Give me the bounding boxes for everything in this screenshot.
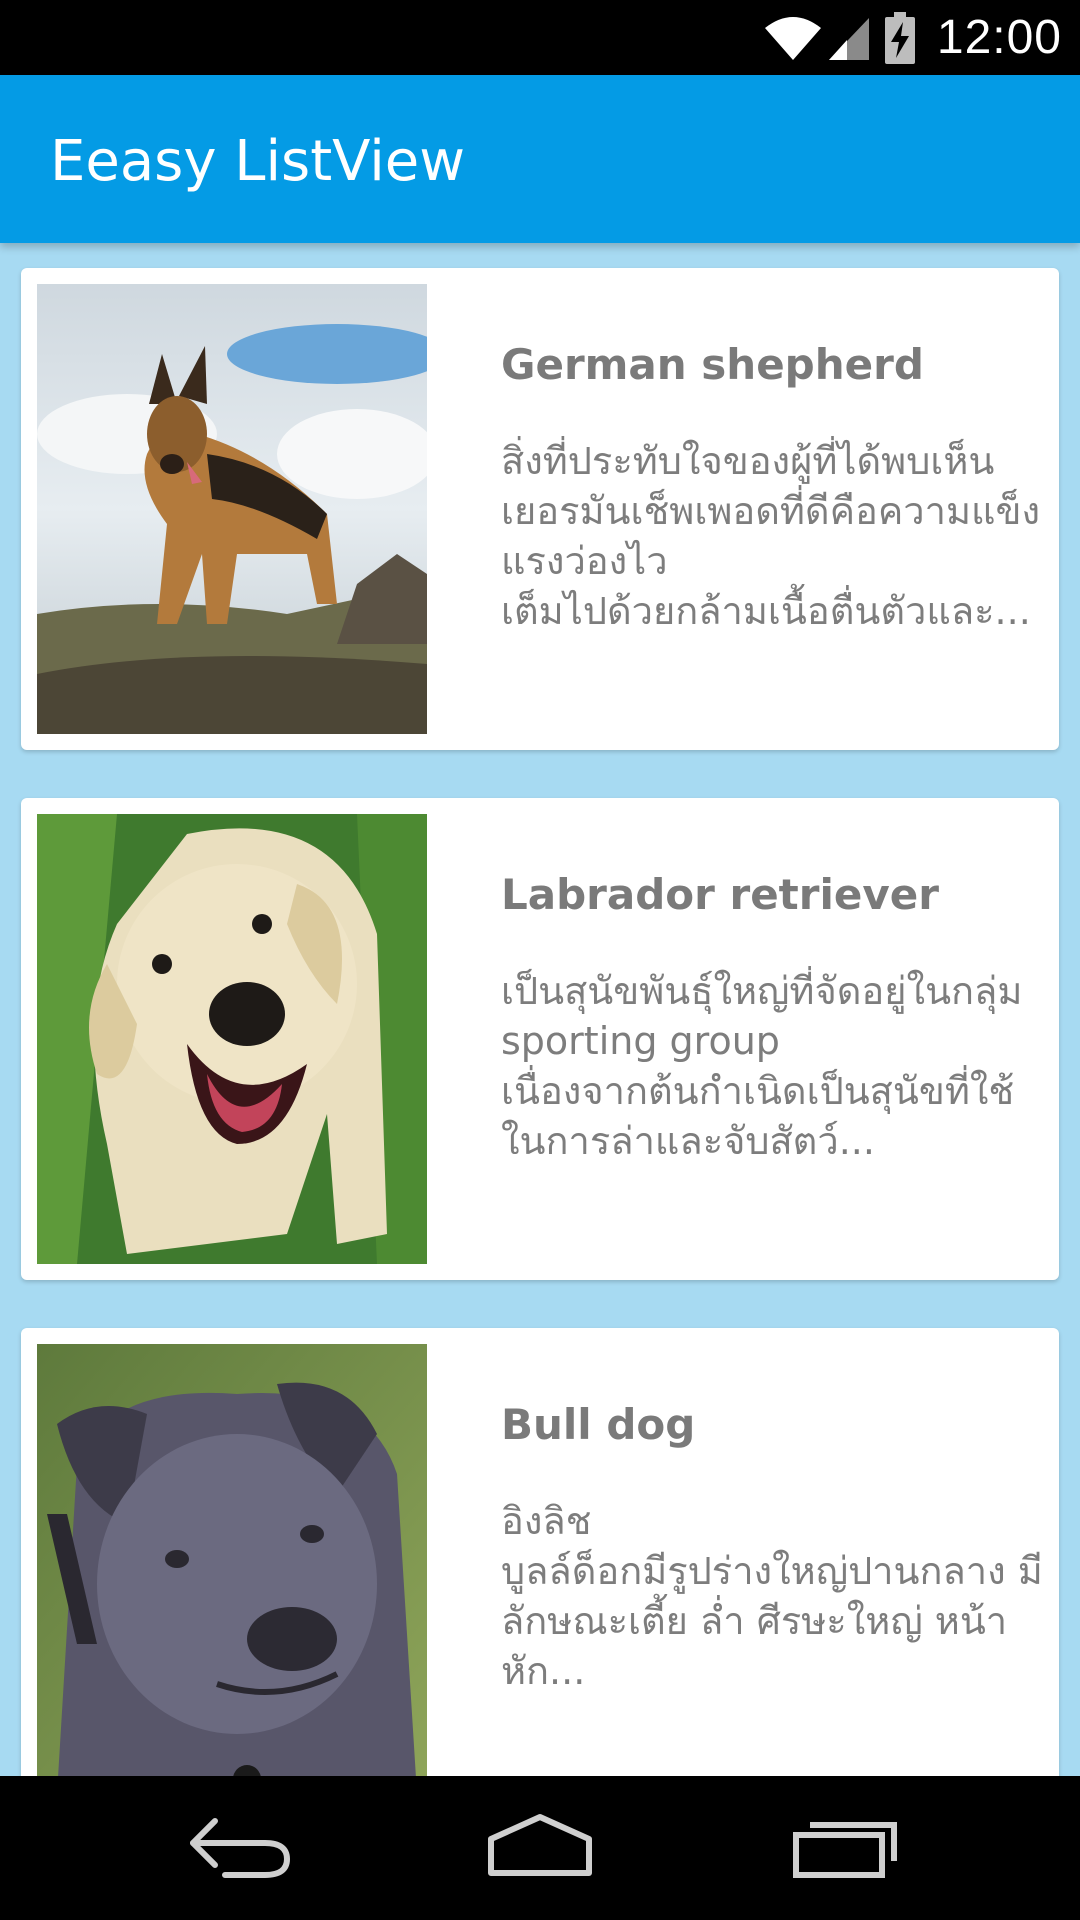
home-button[interactable] [440, 1776, 640, 1920]
item-title: German shepherd [501, 340, 924, 389]
item-description: อิงลิช บูลล์ด็อกมีรูปร่างใหญ่ปานกลาง มีล… [501, 1499, 1043, 1693]
list-item[interactable]: Labrador retriever เป็นสุนัขพันธุ์ใหญ่ที… [21, 798, 1059, 1280]
labrador-retriever-photo [37, 814, 427, 1264]
bull-dog-photo [37, 1344, 427, 1776]
home-icon [485, 1811, 595, 1886]
status-icons: 12:00 [763, 0, 1062, 75]
dog-list[interactable]: German shepherd สิ่งที่ประทับใจของผู้ที่… [0, 243, 1080, 1776]
battery-charging-icon [884, 11, 915, 64]
status-bar: 12:00 [0, 0, 1080, 75]
item-description: เป็นสุนัขพันธุ์ใหญ่ที่จัดอยู่ในกลุ่ม spo… [501, 969, 1023, 1163]
recent-apps-button[interactable] [745, 1776, 945, 1920]
wifi-icon [763, 14, 823, 62]
item-description: สิ่งที่ประทับใจของผู้ที่ได้พบเห็นเยอรมัน… [501, 439, 1041, 633]
list-item[interactable]: Bull dog อิงลิช บูลล์ด็อกมีรูปร่างใหญ่ปา… [21, 1328, 1059, 1776]
back-icon [185, 1811, 295, 1886]
cell-signal-icon [827, 14, 871, 62]
navigation-bar [0, 1776, 1080, 1920]
app-title: Eeasy ListView [50, 129, 466, 194]
german-shepherd-photo [37, 284, 427, 734]
item-title: Labrador retriever [501, 870, 939, 919]
app-bar: Eeasy ListView [0, 75, 1080, 243]
item-title: Bull dog [501, 1400, 696, 1449]
list-item[interactable]: German shepherd สิ่งที่ประทับใจของผู้ที่… [21, 268, 1059, 750]
clock: 12:00 [936, 11, 1062, 64]
recent-apps-icon [790, 1811, 900, 1886]
back-button[interactable] [140, 1776, 340, 1920]
